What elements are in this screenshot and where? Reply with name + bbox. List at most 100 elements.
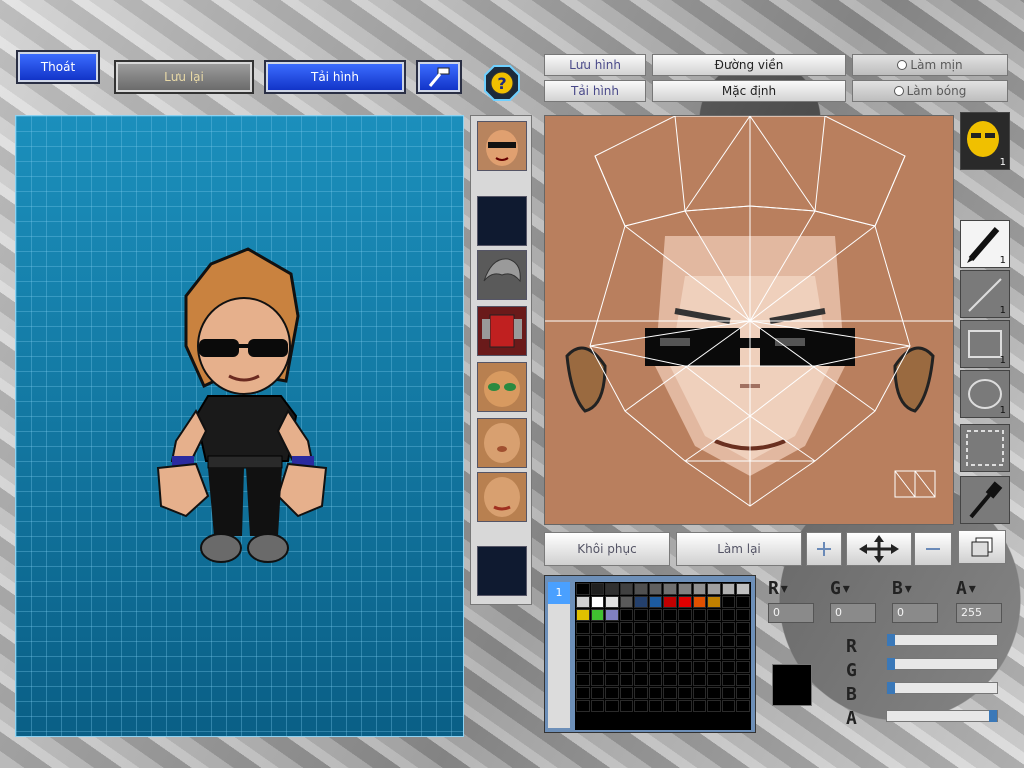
palette-swatch[interactable]	[736, 635, 750, 647]
palette-swatch[interactable]	[648, 609, 663, 621]
palette-swatch[interactable]	[692, 583, 707, 595]
palette-swatch[interactable]	[590, 648, 605, 660]
palette-swatch[interactable]	[619, 648, 634, 660]
palette-swatch[interactable]	[634, 583, 648, 595]
palette-swatch[interactable]	[692, 648, 707, 660]
part-hair[interactable]	[477, 250, 527, 300]
hammer-button[interactable]	[416, 60, 462, 94]
palette-swatch[interactable]	[707, 622, 721, 634]
palette-swatch[interactable]	[648, 622, 663, 634]
palette-swatch[interactable]	[721, 635, 736, 647]
r-slider[interactable]	[886, 634, 998, 646]
palette-swatch[interactable]	[736, 674, 750, 686]
g-value-field[interactable]: 0	[830, 603, 876, 623]
palette-swatch[interactable]	[619, 622, 634, 634]
part-face[interactable]	[477, 121, 527, 171]
palette-swatch[interactable]	[663, 596, 678, 608]
palette-swatch[interactable]	[648, 596, 663, 608]
palette-swatch[interactable]	[590, 700, 605, 712]
palette-swatch[interactable]	[692, 674, 707, 686]
palette-swatch[interactable]	[663, 687, 678, 699]
palette-swatch[interactable]	[736, 700, 750, 712]
shade-radio[interactable]	[893, 86, 904, 96]
palette-swatch[interactable]	[605, 674, 619, 686]
palette-swatch[interactable]	[619, 635, 634, 647]
b-slider[interactable]	[886, 682, 998, 694]
palette-swatch[interactable]	[605, 596, 619, 608]
palette-swatch[interactable]	[663, 661, 678, 673]
palette-swatch[interactable]	[678, 635, 692, 647]
outline-tab[interactable]: Đường viền	[652, 54, 846, 76]
palette-swatch[interactable]	[590, 622, 605, 634]
palette-swatch[interactable]	[634, 596, 648, 608]
palette-swatch[interactable]	[707, 583, 721, 595]
palette-tab-1[interactable]: 1	[548, 582, 570, 604]
palette-swatch[interactable]	[634, 648, 648, 660]
default-tab[interactable]: Mặc định	[652, 80, 846, 102]
palette-swatch[interactable]	[721, 674, 736, 686]
part-empty-1[interactable]	[477, 196, 527, 246]
palette-swatch[interactable]	[619, 687, 634, 699]
load-image-tab[interactable]: Tải hình	[544, 80, 646, 102]
palette-swatch[interactable]	[678, 609, 692, 621]
palette-swatch[interactable]	[605, 609, 619, 621]
palette-swatch[interactable]	[663, 583, 678, 595]
palette-swatch[interactable]	[736, 648, 750, 660]
palette-swatch[interactable]	[576, 622, 590, 634]
b-slider-thumb[interactable]	[887, 682, 895, 694]
palette-swatch[interactable]	[634, 609, 648, 621]
palette-swatch[interactable]	[721, 661, 736, 673]
palette-swatch[interactable]	[721, 583, 736, 595]
palette-swatch[interactable]	[590, 609, 605, 621]
a-value-field[interactable]: 255	[956, 603, 1002, 623]
rectangle-tool[interactable]: 1	[960, 320, 1010, 368]
palette-swatch[interactable]	[619, 661, 634, 673]
palette-swatch[interactable]	[576, 687, 590, 699]
selection-tool[interactable]	[960, 424, 1010, 472]
palette-swatch[interactable]	[590, 583, 605, 595]
palette-swatch[interactable]	[736, 661, 750, 673]
palette-swatch[interactable]	[590, 661, 605, 673]
part-empty-2[interactable]	[477, 546, 527, 596]
a-slider[interactable]	[886, 710, 998, 722]
palette-swatch[interactable]	[648, 661, 663, 673]
palette-swatch[interactable]	[736, 687, 750, 699]
palette-swatch[interactable]	[605, 700, 619, 712]
palette-swatch[interactable]	[663, 674, 678, 686]
eyedropper-tool[interactable]	[960, 476, 1010, 524]
restore-button[interactable]: Khôi phục	[544, 532, 670, 566]
load-image-button[interactable]: Tải hình	[264, 60, 406, 94]
r-slider-thumb[interactable]	[887, 634, 895, 646]
pen-tool[interactable]: 1	[960, 220, 1010, 268]
help-button[interactable]: ?	[484, 65, 520, 101]
palette-swatch[interactable]	[707, 648, 721, 660]
part-torso[interactable]	[477, 306, 527, 356]
palette-swatch[interactable]	[576, 596, 590, 608]
ellipse-tool[interactable]: 1	[960, 370, 1010, 418]
palette-swatch[interactable]	[663, 700, 678, 712]
palette-swatch[interactable]	[605, 583, 619, 595]
palette-swatch[interactable]	[590, 674, 605, 686]
zoom-out-button[interactable]	[914, 532, 952, 566]
palette-swatch[interactable]	[721, 622, 736, 634]
palette-swatch[interactable]	[736, 583, 750, 595]
palette-swatch[interactable]	[648, 648, 663, 660]
part-eyes[interactable]	[477, 362, 527, 412]
palette-swatch[interactable]	[648, 674, 663, 686]
palette-swatch[interactable]	[590, 635, 605, 647]
palette-swatch[interactable]	[648, 583, 663, 595]
palette-swatch[interactable]	[576, 635, 590, 647]
move-button[interactable]	[846, 532, 912, 566]
palette-grid[interactable]	[575, 582, 751, 730]
palette-swatch[interactable]	[736, 596, 750, 608]
palette-swatch[interactable]	[707, 609, 721, 621]
palette-swatch[interactable]	[634, 674, 648, 686]
character-preview-canvas[interactable]	[15, 115, 464, 737]
palette-swatch[interactable]	[590, 687, 605, 699]
palette-swatch[interactable]	[576, 661, 590, 673]
palette-swatch[interactable]	[692, 661, 707, 673]
palette-swatch[interactable]	[692, 687, 707, 699]
palette-swatch[interactable]	[692, 596, 707, 608]
palette-swatch[interactable]	[707, 700, 721, 712]
palette-swatch[interactable]	[663, 609, 678, 621]
